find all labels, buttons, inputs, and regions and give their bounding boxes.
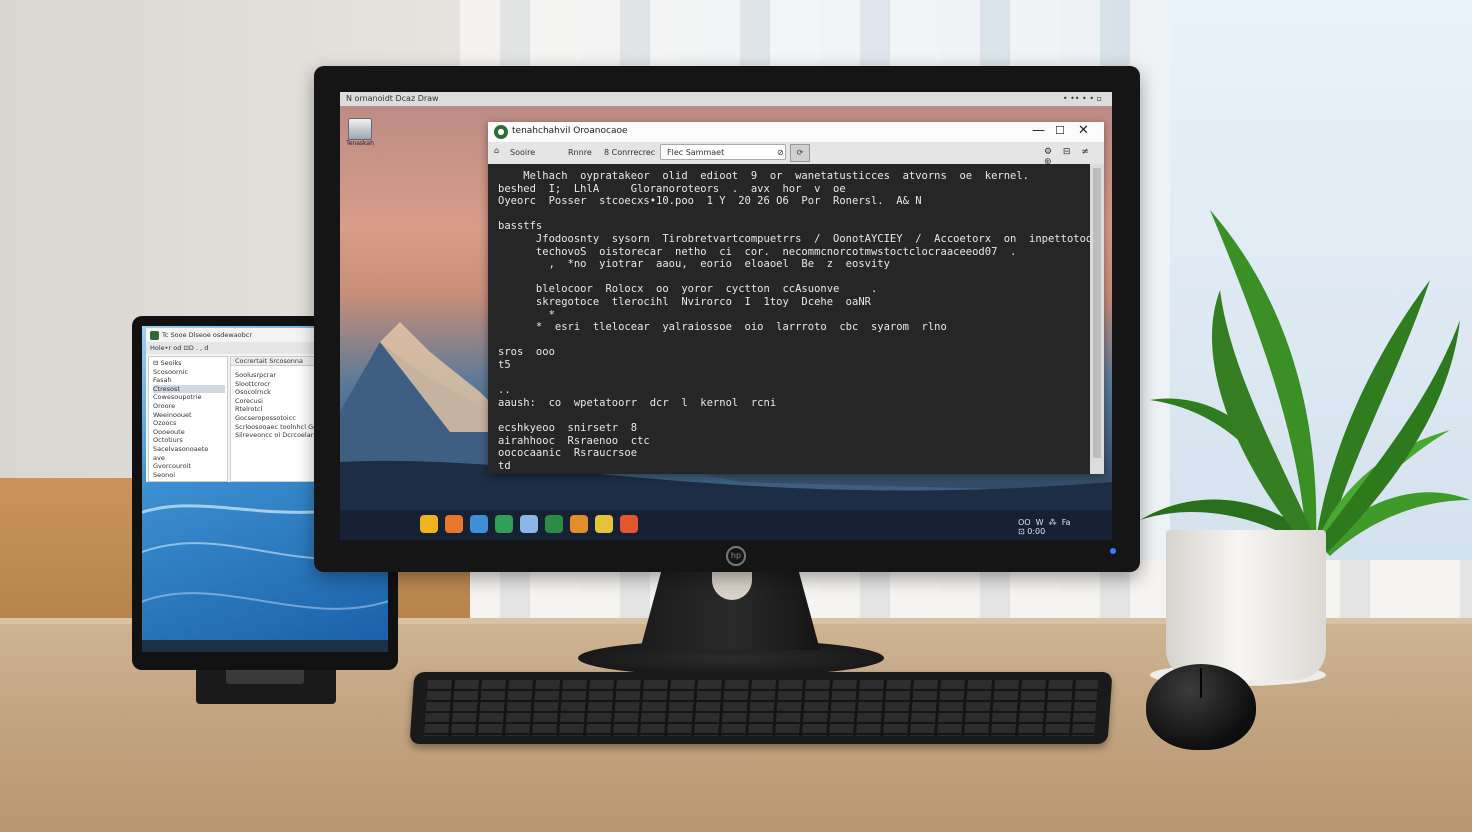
terminal-line: * esri tlelocear yalraiossoe oio larrrot… <box>498 321 947 334</box>
toolbar-item-2[interactable]: Rnnre <box>568 148 592 157</box>
tablet-sidebar-item[interactable]: Weeinoouet <box>153 411 192 419</box>
spreadsheet-icon[interactable] <box>495 515 513 533</box>
app-icon <box>150 331 159 340</box>
terminal-line: basstfs <box>498 220 543 233</box>
app-logo-icon: ● <box>494 125 508 139</box>
mouse-button-seam <box>1200 668 1202 698</box>
keyboard <box>409 672 1113 744</box>
close-button[interactable]: ✕ <box>1078 123 1089 138</box>
tablet-sidebar-item[interactable]: Scosoornic <box>153 368 188 376</box>
tablet-sidebar-item[interactable]: Sacelvasonoaete <box>153 445 208 453</box>
tablet-file-row[interactable]: Rtelrotcl <box>235 405 262 413</box>
tablet-sidebar-item[interactable]: ave <box>153 454 165 462</box>
terminal-window[interactable]: ● tenahchahviI Oroanocaoe — ☐ ✕ ⌂ Sooire… <box>488 122 1112 474</box>
tablet-taskbar[interactable] <box>142 640 388 652</box>
tablet-sidebar-item[interactable]: Ctresost <box>153 384 225 393</box>
browser-icon[interactable] <box>470 515 488 533</box>
terminal-output[interactable]: Melhach oypratakeor olid edioot 9 or wan… <box>488 164 1112 474</box>
cloud-icon[interactable] <box>520 515 538 533</box>
terminal-line: .. <box>498 384 511 397</box>
media-icon[interactable] <box>620 515 638 533</box>
chrome-like-app-icon[interactable] <box>420 515 438 533</box>
terminal-line: * <box>498 308 555 321</box>
tablet-sidebar-item[interactable]: Cowesoupotrie <box>153 393 201 401</box>
refresh-button[interactable]: ⟳ <box>790 144 810 162</box>
terminal-line: beshed I; LhlA Gloranoroteors . avx hor … <box>498 182 846 195</box>
terminal-line: ecshkyeoo snirsetr 8 <box>498 422 638 434</box>
search-input[interactable]: Flec Sammaet ⊘ <box>660 144 786 160</box>
terminal-line: t5 <box>498 359 511 371</box>
tablet-file-row[interactable]: Osocolrnck <box>235 388 271 396</box>
firefox-like-app-icon[interactable] <box>445 515 463 533</box>
tablet-toolbar-label[interactable]: Hole•r od ⊡D . , d <box>150 344 208 352</box>
monitor-screen: N ornanoidt Dcaz Draw • •• • • ▫ Tenaska… <box>340 92 1112 540</box>
toolbar-item-1[interactable]: Sooire <box>510 148 535 157</box>
tablet-sidebar: ⊟ Seoiks Scosoornic Fasah Ctresost Cowesoupo… <box>148 356 228 482</box>
terminal-icon[interactable] <box>545 515 563 533</box>
desktop-menubar: N ornanoidt Dcaz Draw • •• • • ▫ <box>340 92 1112 106</box>
tablet-sidebar-item[interactable]: Oooeoute <box>153 428 185 436</box>
scrollbar-thumb[interactable] <box>1093 168 1101 458</box>
clear-search-icon[interactable]: ⊘ <box>777 145 784 161</box>
monitor-brand-logo: hp <box>726 546 746 566</box>
tablet-sidebar-item[interactable]: Seonoi <box>153 471 175 479</box>
terminal-line: aaush: co wpetatoorr dcr l kernol rcni <box>498 396 777 409</box>
terminal-titlebar[interactable]: ● tenahchahviI Oroanocaoe — ☐ ✕ <box>488 122 1104 142</box>
tablet-file-row[interactable]: Sloottcrocr <box>235 380 270 388</box>
home-icon[interactable]: ⌂ <box>494 146 499 155</box>
terminal-line: td <box>498 459 511 472</box>
terminal-line: Jfodoosnty sysorn Tirobretvartcompuetrrs… <box>498 233 1112 245</box>
trash-can-icon <box>348 118 372 140</box>
notes-icon[interactable] <box>595 515 613 533</box>
tablet-sidebar-item[interactable]: Octotiurs <box>153 436 183 444</box>
tablet-window-title: Tc Sooe Dlseoe osdewaobcr <box>162 331 253 339</box>
terminal-line: Oyeorc Posser stcoecxs•10.poo 1 Y 20 26 … <box>498 195 922 208</box>
terminal-line: , *no yiotrar aaou, eorio eloaoel Be z e… <box>498 258 890 271</box>
terminal-line: blelocoor Rolocx oo yoror cyctton ccAsuo… <box>498 283 878 296</box>
terminal-line: techovoS oistorecar netho ci cor. necomm… <box>498 245 1017 258</box>
tablet-sidebar-item[interactable]: Ozoocs <box>153 419 176 427</box>
plant-pot <box>1166 530 1326 680</box>
tablet-sidebar-item[interactable]: ⊟ Seoiks <box>153 359 182 367</box>
tablet-sidebar-item[interactable]: Oroore <box>153 402 175 410</box>
terminal-title: tenahchahviI Oroanocaoe <box>512 126 628 136</box>
trash-icon[interactable]: Tenaskah <box>346 118 374 148</box>
terminal-line: skregotoce tlerocihl Nvirorco I 1toy Dce… <box>498 296 871 308</box>
tablet-sidebar-item[interactable]: Fasah <box>153 376 172 384</box>
maximize-button[interactable]: ☐ <box>1055 124 1065 137</box>
power-led-icon <box>1110 548 1116 554</box>
terminal-line: airahhooc Rsraenoo ctc <box>498 434 650 447</box>
terminal-toolbar: ⌂ Sooire Rnnre 8 Conrrecrec Flec Sammaet… <box>488 142 1104 167</box>
plant-leaves <box>1140 210 1470 556</box>
terminal-line: Melhach oypratakeor olid edioot 9 or wan… <box>498 170 1030 182</box>
tablet-sidebar-item[interactable]: Gvorcouroit <box>153 462 191 470</box>
terminal-line: oococaanic Rsraucrsoe <box>498 447 638 460</box>
toolbar-item-3[interactable]: 8 Conrrecrec <box>604 148 655 157</box>
keyboard-key-rows <box>424 680 1098 736</box>
search-value: Flec Sammaet <box>667 148 725 157</box>
minimize-button[interactable]: — <box>1032 123 1045 138</box>
tablet-file-row[interactable]: Soolusrpcrar <box>235 371 276 379</box>
files-icon[interactable] <box>570 515 588 533</box>
desktop-icon-label: Tenaskah <box>346 140 374 147</box>
taskbar: OO W ⁂ Fa ⊡ 0:00 <box>340 510 1112 540</box>
terminal-line: sros ooo <box>498 346 555 359</box>
menubar-title[interactable]: N ornanoidt Dcaz Draw <box>346 92 439 106</box>
menubar-status-icons[interactable]: • •• • • ▫ <box>1063 92 1102 106</box>
system-tray[interactable]: OO W ⁂ Fa ⊡ 0:00 <box>1018 518 1071 536</box>
terminal-scrollbar[interactable] <box>1090 164 1104 474</box>
tablet-file-row[interactable]: Corecusi <box>235 397 263 405</box>
tablet-file-row[interactable]: Gocseropossotoicc <box>235 414 296 422</box>
